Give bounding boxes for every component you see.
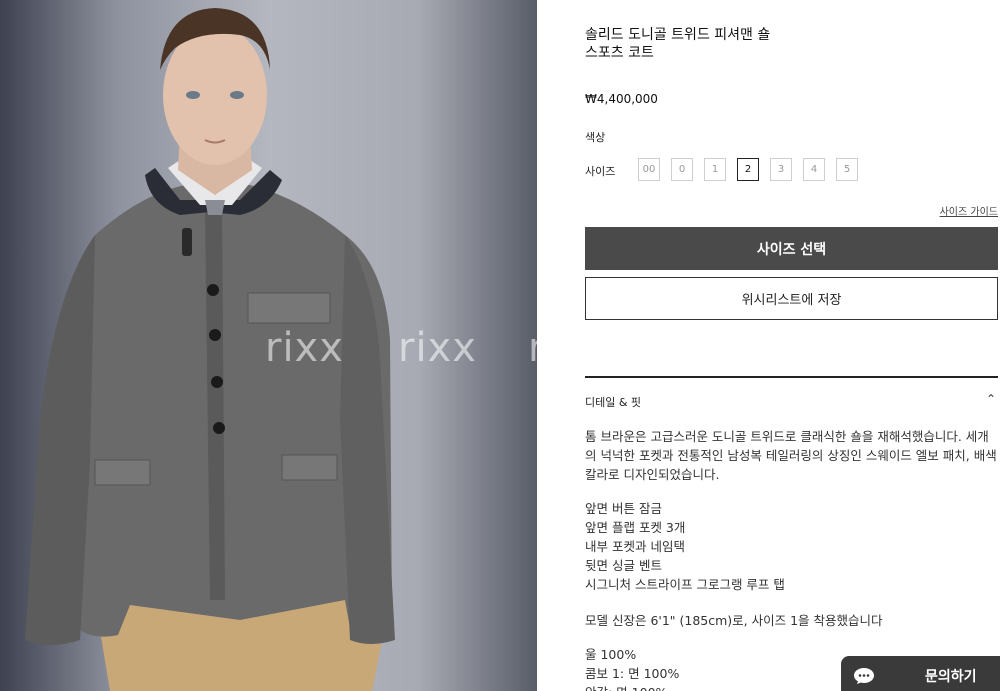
size-selector: 00 0 1 2 3 4 5	[638, 158, 858, 181]
feature-list: 앞면 버튼 잠금 앞면 플랩 포켓 3개 내부 포켓과 네임택 뒷면 싱글 벤트…	[585, 499, 785, 594]
model-size-note: 모델 신장은 6'1" (185cm)로, 사이즈 1을 착용했습니다	[585, 613, 883, 628]
size-option-2[interactable]: 2	[737, 158, 759, 181]
select-size-button[interactable]: 사이즈 선택	[585, 227, 998, 270]
size-option-4[interactable]: 4	[803, 158, 825, 181]
size-option-3[interactable]: 3	[770, 158, 792, 181]
list-item: 울 100%	[585, 647, 637, 662]
size-option-0[interactable]: 0	[671, 158, 693, 181]
color-label: 색상	[585, 131, 606, 144]
product-title: 솔리드 도니골 트위드 피셔맨 숄 스포츠 코트	[585, 26, 825, 62]
chevron-up-icon[interactable]: ⌃	[986, 392, 996, 406]
list-item: 내부 포켓과 네임택	[585, 539, 685, 554]
inquiry-label: 문의하기	[925, 669, 977, 685]
wishlist-button[interactable]: 위시리스트에 저장	[585, 277, 998, 320]
list-item: 시그니처 스트라이프 그로그랭 루프 탭	[585, 577, 785, 592]
details-section-heading[interactable]: 디테일 & 핏	[585, 394, 641, 410]
inquiry-chat-button[interactable]: 문의하기	[841, 656, 1000, 691]
list-item: 뒷면 싱글 벤트	[585, 558, 662, 573]
watermark-text: r	[528, 325, 537, 371]
product-photo: rixx rixx r	[0, 0, 537, 691]
size-option-1[interactable]: 1	[704, 158, 726, 181]
chat-bubble-icon	[854, 668, 874, 684]
watermark-text: rixx	[265, 325, 344, 371]
product-title-line2: 스포츠 코트	[585, 45, 654, 61]
list-item: 콤보 1: 면 100%	[585, 666, 680, 681]
materials-list: 울 100% 콤보 1: 면 100% 안감: 면 100%	[585, 645, 679, 691]
section-divider	[585, 376, 998, 378]
product-price: ₩4,400,000	[585, 92, 658, 106]
list-item: 앞면 버튼 잠금	[585, 501, 662, 516]
size-guide-link[interactable]: 사이즈 가이드	[940, 203, 998, 218]
size-option-5[interactable]: 5	[836, 158, 858, 181]
product-title-line1: 솔리드 도니골 트위드 피셔맨 숄	[585, 27, 771, 43]
size-label: 사이즈	[585, 165, 616, 178]
list-item: 안감: 면 100%	[585, 683, 679, 691]
product-info-panel: 솔리드 도니골 트위드 피셔맨 숄 스포츠 코트 ₩4,400,000 색상 사…	[537, 0, 1000, 691]
product-description: 톰 브라운은 고급스러운 도니골 트위드로 클래식한 숄을 재해석했습니다. 세…	[585, 429, 997, 482]
list-item: 앞면 플랩 포켓 3개	[585, 520, 686, 535]
watermark-text: rixx	[398, 325, 477, 371]
size-option-00[interactable]: 00	[638, 158, 660, 181]
